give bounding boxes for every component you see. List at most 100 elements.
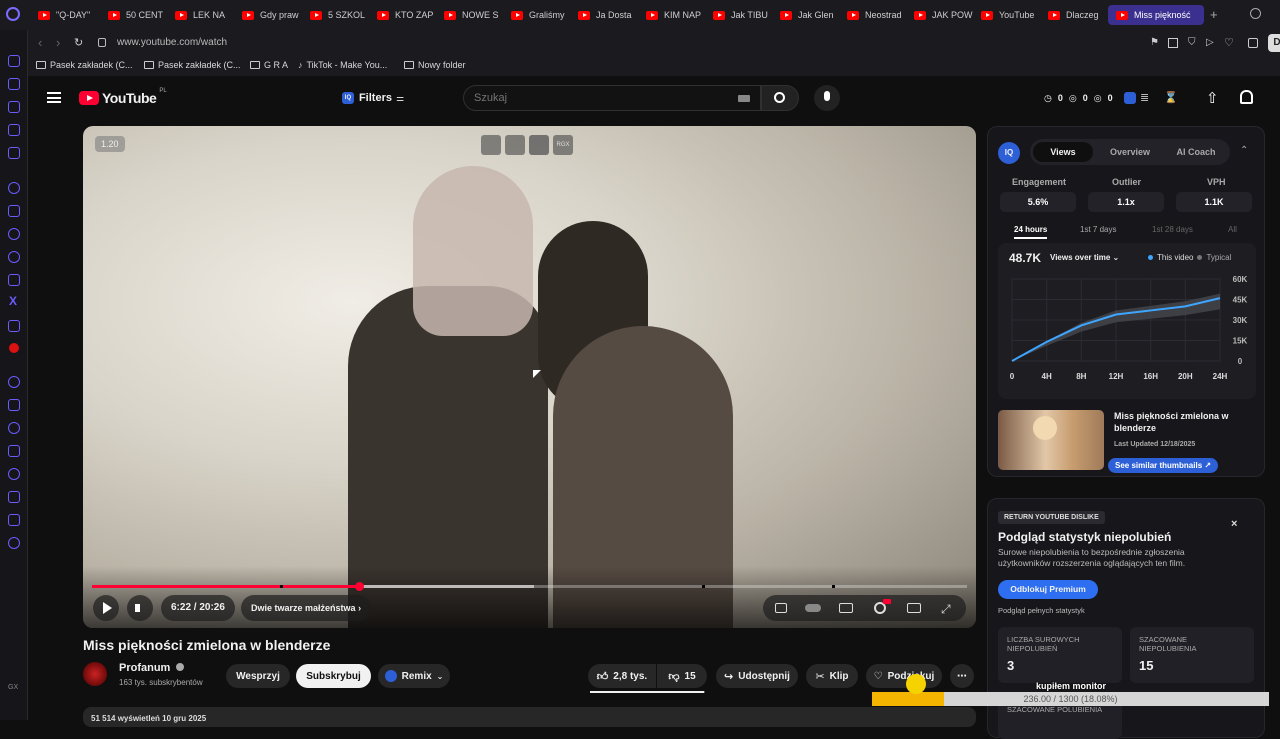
extensions-icon[interactable]: [1248, 38, 1258, 48]
video-player[interactable]: 1.20 RGX 6:22 / 20:26 Dwie twarze małżeń…: [83, 126, 976, 628]
browser-tab[interactable]: JAK POW: [914, 5, 974, 25]
browser-tab[interactable]: KTO ZAP: [377, 5, 437, 25]
heart-icon[interactable]: [8, 422, 20, 434]
browser-menu-icon[interactable]: [6, 7, 20, 21]
notes-icon[interactable]: [8, 78, 20, 90]
range-7d[interactable]: 1st 7 days: [1080, 225, 1116, 234]
progress-bar[interactable]: [92, 585, 967, 588]
x-icon[interactable]: X: [9, 294, 17, 308]
hamburger-menu-icon[interactable]: [47, 92, 61, 103]
fullscreen-icon[interactable]: ⤢: [941, 602, 951, 617]
description-box[interactable]: 51 514 wyświetleń 10 gru 2025: [83, 707, 976, 727]
forward-icon[interactable]: ›: [56, 35, 60, 50]
browser-tab[interactable]: Dlaczeg: [1048, 5, 1104, 25]
bookmark-folder[interactable]: Pasek zakładek (C...: [144, 60, 241, 70]
theater-mode-icon[interactable]: [907, 603, 921, 613]
remix-button[interactable]: Remix ⌄: [378, 664, 450, 688]
bookmark-folder[interactable]: Nowy folder: [404, 60, 466, 70]
instagram-icon[interactable]: [8, 274, 20, 286]
bookmark-folder[interactable]: Pasek zakładek (C...: [36, 60, 133, 70]
discord-icon[interactable]: [8, 320, 20, 332]
browser-tab[interactable]: Jak Glen: [780, 5, 840, 25]
rgx-button[interactable]: RGX: [553, 135, 573, 155]
browser-tab[interactable]: Neostrad: [847, 5, 907, 25]
spotify-icon[interactable]: [8, 376, 20, 388]
subtitles-icon[interactable]: [839, 603, 853, 613]
shield-icon[interactable]: ⛉: [1188, 37, 1196, 48]
extensions-icon[interactable]: [8, 514, 20, 526]
youtube-logo[interactable]: YouTube PL: [79, 90, 167, 106]
support-button[interactable]: Wesprzyj: [226, 664, 290, 688]
browser-tab[interactable]: Jak TIBU: [713, 5, 773, 25]
channel-name[interactable]: Profanum: [119, 662, 184, 674]
dislike-button[interactable]: 👎︎ 15: [657, 664, 707, 688]
browser-tab[interactable]: NOWE S: [444, 5, 504, 25]
channel-avatar[interactable]: [83, 662, 107, 686]
tab-views[interactable]: Views: [1033, 142, 1093, 162]
upload-icon[interactable]: ⇧: [1206, 89, 1219, 107]
close-icon[interactable]: ×: [1231, 518, 1237, 530]
youtube-red-icon[interactable]: [9, 343, 19, 353]
twitch-icon[interactable]: [8, 205, 20, 217]
like-button[interactable]: 👍︎ 2,8 tys.: [588, 664, 656, 688]
browser-tab[interactable]: Graliśmy: [511, 5, 571, 25]
search-input[interactable]: [474, 91, 724, 105]
list-icon[interactable]: ≣: [1140, 91, 1149, 104]
range-all[interactable]: All: [1228, 225, 1237, 234]
range-28d[interactable]: 1st 28 days: [1152, 225, 1193, 234]
rail-footer-icon[interactable]: GX: [8, 684, 18, 691]
browser-tab[interactable]: Ja Dosta: [578, 5, 638, 25]
collapse-icon[interactable]: ⌃: [1240, 145, 1248, 156]
iq-header-icon[interactable]: [1124, 92, 1136, 104]
settings-icon[interactable]: [8, 537, 20, 549]
bag-icon[interactable]: [8, 101, 20, 113]
tab-ai-coach[interactable]: AI Coach: [1166, 142, 1226, 162]
reload-icon[interactable]: ↻: [74, 36, 83, 49]
browser-tab[interactable]: YouTube: [981, 5, 1041, 25]
play-icon[interactable]: ▷: [1206, 37, 1214, 48]
screenshot-icon[interactable]: [1168, 38, 1178, 48]
range-24h[interactable]: 24 hours: [1014, 225, 1047, 239]
bookmark-folder[interactable]: G R A: [250, 60, 288, 70]
volume-button[interactable]: [127, 595, 153, 621]
messenger-icon[interactable]: [8, 55, 20, 67]
search-tabs-icon[interactable]: [1250, 8, 1261, 19]
url-field[interactable]: www.youtube.com/watch: [117, 37, 227, 48]
search-button[interactable]: [761, 85, 799, 111]
notifications-bell-icon[interactable]: [1240, 90, 1253, 104]
similar-thumbnails-button[interactable]: See similar thumbnails ↗: [1108, 458, 1218, 473]
unlock-premium-button[interactable]: Odblokuj Premium: [998, 580, 1098, 599]
autoplay-toggle[interactable]: [805, 604, 821, 612]
back-icon[interactable]: ‹: [38, 35, 42, 50]
browser-tab[interactable]: Miss piękność: [1108, 5, 1204, 25]
browser-tab[interactable]: KIM NAP: [646, 5, 706, 25]
clip-button[interactable]: ✂ Klip: [806, 664, 858, 688]
subscribe-button[interactable]: Subskrybuj: [296, 664, 371, 688]
download-icon[interactable]: [8, 491, 20, 503]
thumbnail-image[interactable]: [998, 410, 1104, 470]
thanks-button[interactable]: ♡ Podziękuj: [866, 664, 942, 688]
enter-icon[interactable]: [505, 135, 525, 155]
bookmark-tiktok[interactable]: ♪TikTok - Make You...: [298, 60, 387, 70]
telegram-icon[interactable]: [8, 251, 20, 263]
miniplayer-icon[interactable]: [481, 135, 501, 155]
browser-tab[interactable]: LEK NA: [175, 5, 235, 25]
monitor-icon[interactable]: [8, 445, 20, 457]
voice-search-button[interactable]: [814, 85, 840, 111]
keyboard-icon[interactable]: [738, 95, 750, 102]
award-icon[interactable]: ⌛: [1164, 91, 1178, 104]
calendar-icon[interactable]: [8, 124, 20, 136]
profile-avatar[interactable]: D: [1268, 34, 1280, 52]
chapter-button[interactable]: Dwie twarze małżeństwa ›: [241, 595, 371, 621]
progress-scrubber[interactable]: [355, 582, 364, 591]
arc-icon[interactable]: [8, 182, 20, 194]
tab-overview[interactable]: Overview: [1100, 142, 1160, 162]
new-tab-button[interactable]: +: [1210, 7, 1218, 22]
skip-icon[interactable]: [529, 135, 549, 155]
play-button[interactable]: [93, 595, 119, 621]
browser-tab[interactable]: 5 SZKOL: [310, 5, 370, 25]
share-button[interactable]: ↪ Udostępnij: [716, 664, 798, 688]
history-icon[interactable]: [8, 468, 20, 480]
heart-outline-icon[interactable]: ♡: [1224, 36, 1234, 49]
bookmark-icon[interactable]: ⚑: [1150, 37, 1159, 48]
